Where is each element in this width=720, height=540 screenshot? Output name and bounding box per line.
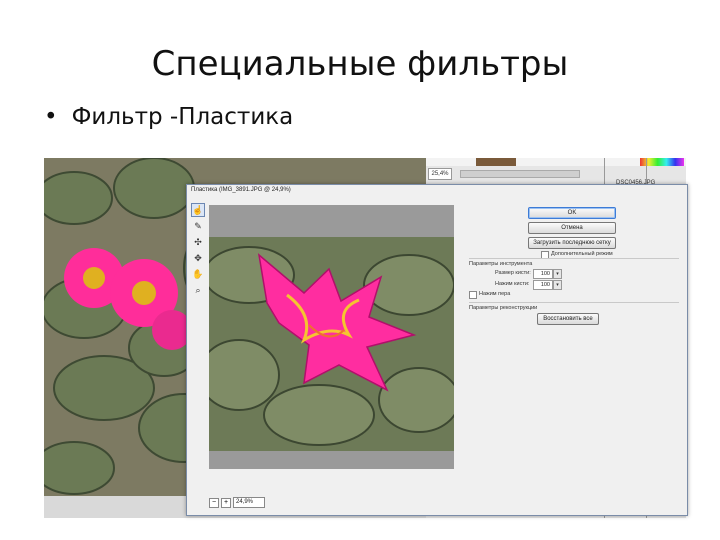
reconstruct-icon[interactable]: ✎ xyxy=(191,219,205,233)
warp-icon[interactable]: ☝ xyxy=(191,203,205,217)
separator xyxy=(469,258,679,259)
reconstruct-heading: Параметры реконструкции xyxy=(469,305,538,311)
advanced-mode-label: Дополнительный режим xyxy=(551,251,613,257)
brush-pressure-input[interactable]: 100 xyxy=(533,280,553,290)
bloat-icon[interactable]: ✥ xyxy=(191,251,205,265)
zoom-bar: − + 24,9% xyxy=(209,497,454,509)
brush-size-input[interactable]: 100 xyxy=(533,269,553,279)
zoom-in-button[interactable]: + xyxy=(221,498,231,508)
liquify-preview[interactable] xyxy=(209,205,454,469)
brush-pressure-label: Нажим кисти: xyxy=(495,281,530,287)
slide-title: Специальные фильтры xyxy=(151,44,569,84)
navigator-thumbnail xyxy=(476,158,516,166)
separator-2 xyxy=(469,302,679,303)
bullet-item: • Фильтр -Пластика xyxy=(44,104,293,130)
load-mesh-button[interactable]: Загрузить последнюю сетку xyxy=(528,237,616,249)
brush-size-dropdown-icon[interactable]: ▾ xyxy=(553,269,562,279)
bullet-marker: • xyxy=(44,104,58,130)
zoom-readout[interactable]: 25,4% xyxy=(428,168,452,180)
tool-palette: ☝ ✎ ✣ ✥ ✋ ⌕ xyxy=(191,203,205,299)
distorted-image xyxy=(209,205,454,469)
zoom-select[interactable]: 24,9% xyxy=(233,497,265,508)
liquify-dialog: Пластика (IMG_3891.JPG @ 24,9%) ☝ ✎ ✣ ✥ … xyxy=(186,184,688,516)
dialog-title: Пластика (IMG_3891.JPG @ 24,9%) xyxy=(191,187,291,193)
ok-button[interactable]: OK xyxy=(528,207,616,219)
bullet-text: Фильтр -Пластика xyxy=(71,104,294,130)
zoom-slider[interactable] xyxy=(460,170,580,178)
tool-options-heading: Параметры инструмента xyxy=(469,261,533,267)
pucker-icon[interactable]: ✣ xyxy=(191,235,205,249)
cancel-button[interactable]: Отмена xyxy=(528,222,616,234)
zoom-icon[interactable]: ⌕ xyxy=(191,283,205,297)
hand-icon[interactable]: ✋ xyxy=(191,267,205,281)
restore-all-button[interactable]: Восстановить все xyxy=(537,313,599,325)
brush-size-label: Размер кисти: xyxy=(495,270,531,276)
zoom-out-button[interactable]: − xyxy=(209,498,219,508)
stylus-pressure-label: Нажим пера xyxy=(479,291,511,297)
stylus-pressure-checkbox[interactable] xyxy=(469,291,477,299)
brush-pressure-dropdown-icon[interactable]: ▾ xyxy=(553,280,562,290)
